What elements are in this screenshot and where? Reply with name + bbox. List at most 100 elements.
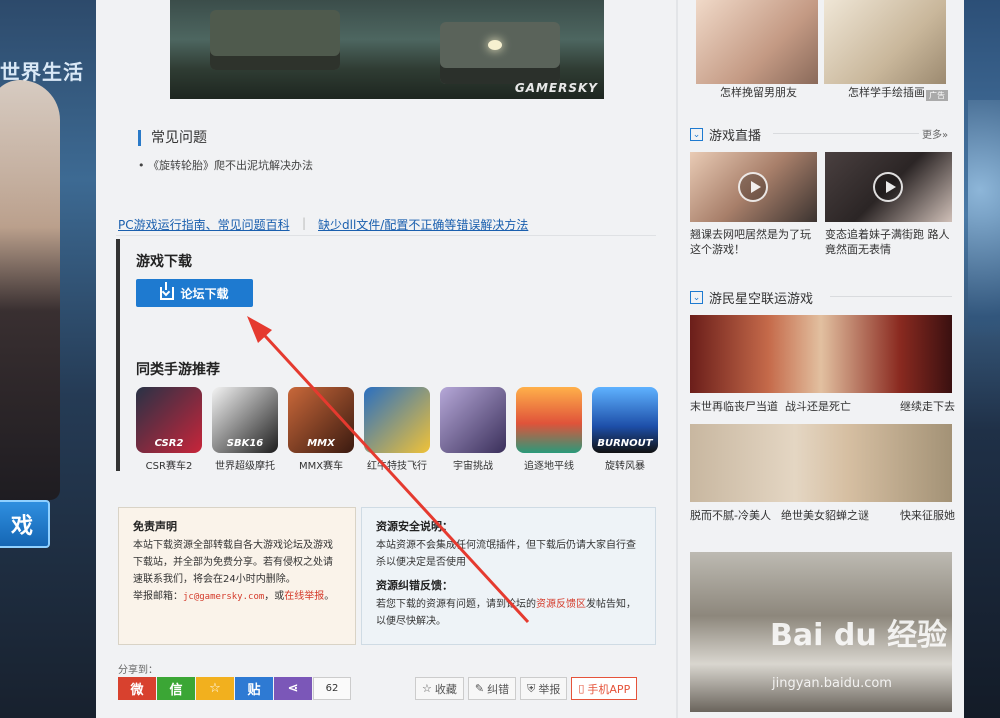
- banner-caption-left[interactable]: 末世再临丧尸当道: [690, 399, 778, 414]
- faq-item[interactable]: • 《旋转轮胎》爬不出泥坑解决办法: [138, 157, 313, 173]
- sidebar-caption[interactable]: 怎样学手绘插画: [848, 85, 925, 100]
- disclaimer-title: 免责声明: [133, 520, 177, 533]
- section-line: [830, 296, 952, 297]
- truck-shape: [440, 22, 560, 84]
- favorite-button[interactable]: ☆ 收藏: [415, 677, 464, 700]
- live-caption[interactable]: 翘课去网吧居然是为了玩这个游戏！: [690, 227, 820, 257]
- share-buttons: 微 信 ☆ 贴 ⋖ 62: [118, 677, 351, 700]
- shield-icon: ⛨: [527, 681, 536, 695]
- live-video-thumb[interactable]: [690, 152, 817, 222]
- banner-caption-mid[interactable]: 战斗还是死亡: [785, 399, 851, 414]
- right-background-banner: [964, 0, 1000, 718]
- section-line: [773, 133, 919, 134]
- image-watermark: GAMERSKY: [514, 81, 598, 95]
- dll-fix-link[interactable]: 缺少dll文件/配置不正确等错误解决方法: [318, 216, 528, 233]
- tieba-icon[interactable]: 贴: [235, 677, 273, 700]
- app-name[interactable]: 追逐地平线: [516, 457, 582, 472]
- app-name[interactable]: MMX赛车: [288, 457, 354, 472]
- edit-icon: ✎: [474, 682, 485, 695]
- forum-download-button[interactable]: 论坛下载: [136, 279, 253, 307]
- app-thumbnail[interactable]: [440, 387, 506, 453]
- app-thumb-text: CSR2: [154, 438, 184, 449]
- online-report-link[interactable]: 在线举报: [284, 591, 324, 602]
- character-illustration: [0, 80, 60, 500]
- app-item[interactable]: CSR2 CSR赛车2: [136, 387, 202, 472]
- link-separator: |: [302, 216, 307, 230]
- similar-games-title: 同类手游推荐: [136, 362, 220, 378]
- baidu-watermark: Bai du 经验: [770, 618, 948, 653]
- live-caption[interactable]: 变态追着妹子满街跑 路人竟然面无表情: [825, 227, 955, 257]
- banner-caption-right[interactable]: 继续走下去: [900, 399, 955, 414]
- email-label: 举报邮箱：: [133, 591, 183, 602]
- share-icon[interactable]: ⋖: [274, 677, 312, 700]
- headlight: [488, 40, 502, 50]
- banner-decoration: [968, 100, 1000, 400]
- download-title: 游戏下载: [136, 254, 192, 270]
- app-item[interactable]: 追逐地平线: [516, 387, 582, 472]
- report-line: 举报邮箱：jc@gamersky.com，或在线举报。: [133, 588, 341, 606]
- sidebar-caption[interactable]: 怎样挽留男朋友: [720, 85, 797, 100]
- app-name[interactable]: 红牛特技飞行: [364, 457, 430, 472]
- app-name[interactable]: 世界超级摩托: [212, 457, 278, 472]
- app-name[interactable]: 旋转风暴: [592, 457, 658, 472]
- share-label: 分享到：: [118, 665, 158, 676]
- banner-caption-left[interactable]: 脱而不腻-冷美人: [690, 508, 771, 523]
- app-item[interactable]: MMX MMX赛车: [288, 387, 354, 472]
- banner-play-button[interactable]: 戏: [0, 500, 50, 548]
- mobile-app-button[interactable]: ▯ 手机APP: [571, 677, 638, 700]
- game-banner-diaochan[interactable]: [690, 424, 952, 502]
- app-thumbnail[interactable]: [364, 387, 430, 453]
- game-banner-zombie[interactable]: [690, 315, 952, 393]
- app-name[interactable]: 宇宙挑战: [440, 457, 506, 472]
- correction-button[interactable]: ✎ 纠错: [467, 677, 517, 700]
- feedback-area-link[interactable]: 资源反馈区: [536, 599, 586, 610]
- faq-title: 常见问题: [138, 130, 207, 146]
- app-name[interactable]: CSR赛车2: [136, 457, 202, 472]
- star-section-title: ⌄ 游民星空联运游戏: [690, 288, 813, 307]
- app-thumb-text: MMX: [307, 438, 335, 449]
- live-section-title: ⌄ 游戏直播: [690, 125, 761, 144]
- sidebar-photo[interactable]: [696, 0, 818, 84]
- report-email-link[interactable]: jc@gamersky.com: [183, 592, 264, 602]
- qzone-icon[interactable]: ☆: [196, 677, 234, 700]
- app-thumbnail[interactable]: [516, 387, 582, 453]
- security-box: 资源安全说明： 本站资源不会集成任何流氓插件，但下载后仍请大家自行查杀以便决定是…: [361, 507, 656, 645]
- banner-caption-mid[interactable]: 绝世美女貂蝉之谜: [781, 508, 869, 523]
- app-thumbnail[interactable]: BURNOUT: [592, 387, 658, 453]
- disclaimer-box: 免责声明 本站下载资源全部转载自各大游戏论坛及游戏下载站，并全部为免费分享。若有…: [118, 507, 356, 645]
- banner-caption-right[interactable]: 快来征服她: [900, 508, 955, 523]
- report-line-end: 。: [324, 591, 335, 602]
- feedback-body: 若您下载的资源有问题，请到论坛的资源反馈区发帖告知，以便尽快解决。: [376, 596, 641, 630]
- app-item[interactable]: SBK16 世界超级摩托: [212, 387, 278, 472]
- live-video-thumb[interactable]: [825, 152, 952, 222]
- app-item[interactable]: 红牛特技飞行: [364, 387, 430, 472]
- truck-shape: [210, 10, 340, 70]
- app-item[interactable]: 宇宙挑战: [440, 387, 506, 472]
- weibo-icon[interactable]: 微: [118, 677, 156, 700]
- left-background-banner: 世界生活 戏: [0, 0, 96, 718]
- main-content: GAMERSKY 常见问题 • 《旋转轮胎》爬不出泥坑解决办法 PC游戏运行指南…: [96, 0, 676, 718]
- report-button[interactable]: ⛨ 举报: [520, 677, 568, 700]
- app-item[interactable]: BURNOUT 旋转风暴: [592, 387, 658, 472]
- help-links: PC游戏运行指南、常见问题百科 | 缺少dll文件/配置不正确等错误解决方法: [116, 214, 656, 236]
- correction-label: 纠错: [487, 682, 510, 696]
- play-icon: [738, 172, 768, 202]
- more-link[interactable]: 更多»: [922, 126, 948, 141]
- wechat-icon[interactable]: 信: [157, 677, 195, 700]
- live-title-text: 游戏直播: [709, 129, 762, 144]
- disclaimer-body: 本站下载资源全部转载自各大游戏论坛及游戏下载站，并全部为免费分享。若有侵权之处请…: [133, 540, 333, 585]
- feedback-title: 资源纠错反馈：: [376, 579, 453, 592]
- app-thumbnail[interactable]: MMX: [288, 387, 354, 453]
- app-thumbnail[interactable]: SBK16: [212, 387, 278, 453]
- security-body: 本站资源不会集成任何流氓插件，但下载后仍请大家自行查杀以便决定是否使用: [376, 540, 636, 568]
- app-thumbnail[interactable]: CSR2: [136, 387, 202, 453]
- email-separator: ，或: [264, 591, 285, 602]
- download-section: 游戏下载 论坛下载 同类手游推荐 CSR2 CSR赛车2 SBK16 世界超级摩…: [116, 239, 658, 472]
- faq-item-text[interactable]: 《旋转轮胎》爬不出泥坑解决办法: [148, 159, 313, 172]
- chevron-down-icon: ⌄: [690, 291, 703, 304]
- ad-badge: 广告: [926, 90, 948, 101]
- pc-guide-link[interactable]: PC游戏运行指南、常见问题百科: [118, 216, 290, 233]
- sidebar-photo[interactable]: [824, 0, 946, 84]
- star-icon: ☆: [422, 682, 432, 695]
- download-icon: [160, 281, 175, 300]
